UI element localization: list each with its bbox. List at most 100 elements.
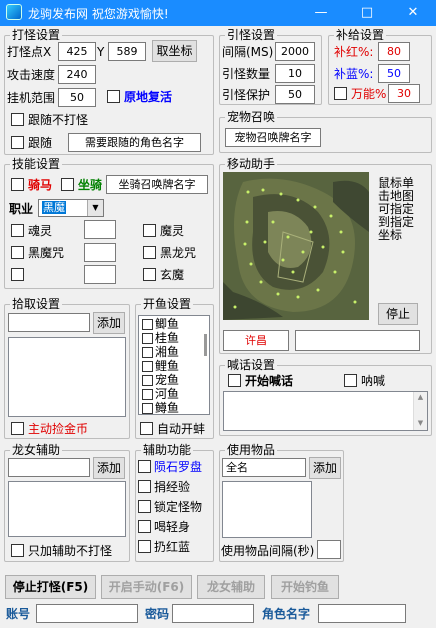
pickup-add-button[interactable]: 添加 <box>93 312 125 334</box>
hp-input[interactable]: 80 <box>378 42 410 61</box>
fish-item[interactable]: 鲫鱼 <box>142 317 179 332</box>
skill-settings-title: 技能设置 <box>10 156 63 172</box>
assist-5-checkbox[interactable] <box>138 540 151 553</box>
move-stop-button[interactable]: 停止 <box>378 303 418 325</box>
manual-mode-button[interactable]: 开启手动(F6) <box>101 575 192 599</box>
attack-x-input[interactable]: 425 <box>58 42 96 61</box>
fish-item-checkbox[interactable] <box>142 389 153 400</box>
fish-item[interactable]: 河鱼 <box>142 387 179 402</box>
dragon-add-button[interactable]: 添加 <box>93 457 125 479</box>
assist-2-label: 捐经验 <box>154 480 191 494</box>
skill-6-label: 玄魔 <box>160 268 185 282</box>
scroll-up-icon[interactable]: ▲ <box>414 392 427 402</box>
fish-item-checkbox[interactable] <box>142 403 153 414</box>
assist-4-checkbox[interactable] <box>138 520 151 533</box>
skill-1-checkbox[interactable] <box>11 224 24 237</box>
use-interval-input[interactable] <box>317 540 341 559</box>
dragon-input[interactable] <box>8 458 90 477</box>
skill-5-input[interactable] <box>84 265 116 284</box>
skill-2-checkbox[interactable] <box>143 224 156 237</box>
auto-gold-checkbox[interactable] <box>11 422 24 435</box>
skill-3-input[interactable] <box>84 243 116 262</box>
use-item-name-input[interactable]: 全名 <box>222 458 306 477</box>
minimize-button[interactable]: — <box>298 0 344 26</box>
attack-settings-title: 打怪设置 <box>10 27 63 43</box>
fish-item-checkbox[interactable] <box>142 347 153 358</box>
pull-count-input[interactable]: 10 <box>275 64 315 83</box>
shout-scrollbar[interactable]: ▲ ▼ <box>413 392 427 430</box>
close-button[interactable]: ✕ <box>390 0 436 26</box>
horse-label: 骑马 <box>28 178 53 192</box>
skill-5-checkbox[interactable] <box>11 268 24 281</box>
fish-list[interactable]: 鲫鱼 桂鱼 湘鱼 鲤鱼 宠鱼 河鱼 鳟鱼 <box>138 315 210 415</box>
coord-field[interactable] <box>295 330 420 351</box>
mount-name-input[interactable]: 坐骑召唤牌名字 <box>106 175 208 194</box>
account-label: 账号 <box>6 607 31 621</box>
map-hint-text: 鼠标单击地图可指定到指定坐标 <box>378 176 415 242</box>
scroll-down-icon[interactable]: ▼ <box>414 418 427 428</box>
follow-no-attack-checkbox[interactable] <box>11 113 24 126</box>
revive-checkbox[interactable] <box>107 90 120 103</box>
skill-4-checkbox[interactable] <box>143 246 156 259</box>
only-assist-checkbox[interactable] <box>11 544 24 557</box>
mp-input[interactable]: 50 <box>378 64 410 83</box>
attack-y-input[interactable]: 589 <box>108 42 146 61</box>
dragon-assist-button[interactable]: 龙女辅助 <box>197 575 265 599</box>
all-purpose-input[interactable]: 30 <box>388 84 420 103</box>
account-input[interactable] <box>36 604 138 623</box>
pickup-list[interactable] <box>8 337 126 417</box>
skill-3-checkbox[interactable] <box>11 246 24 259</box>
stop-attack-button[interactable]: 停止打怪(F5) <box>5 575 96 599</box>
horse-checkbox[interactable] <box>11 178 24 191</box>
auto-open-clam-checkbox[interactable] <box>140 422 153 435</box>
skill-3-label: 黑魔咒 <box>28 246 65 260</box>
password-input[interactable] <box>172 604 254 623</box>
fish-item[interactable]: 湘鱼 <box>142 345 179 360</box>
pull-protect-input[interactable]: 50 <box>275 85 315 104</box>
range-input[interactable]: 50 <box>58 88 96 107</box>
maximize-button[interactable]: □ <box>344 0 390 26</box>
assist-3-checkbox[interactable] <box>138 500 151 513</box>
yell-checkbox[interactable] <box>344 374 357 387</box>
auto-open-clam-label: 自动开蚌 <box>157 422 206 436</box>
fish-item-label: 鲫鱼 <box>155 317 180 331</box>
assist-2-checkbox[interactable] <box>138 480 151 493</box>
start-fishing-button[interactable]: 开始钓鱼 <box>271 575 339 599</box>
fish-item[interactable]: 鲤鱼 <box>142 359 179 374</box>
get-coord-button[interactable]: 取坐标 <box>152 40 197 62</box>
pull-interval-input[interactable]: 2000 <box>275 42 315 61</box>
use-item-add-button[interactable]: 添加 <box>309 457 341 479</box>
skill-1-input[interactable] <box>84 220 116 239</box>
attack-speed-input[interactable]: 240 <box>58 65 96 84</box>
mount-checkbox[interactable] <box>61 178 74 191</box>
follow-label: 跟随 <box>28 136 53 150</box>
dragon-assist-title: 龙女辅助 <box>10 442 63 458</box>
fish-item[interactable]: 宠鱼 <box>142 373 179 388</box>
fish-list-scrollbar[interactable] <box>204 334 207 356</box>
fish-item-checkbox[interactable] <box>142 333 153 344</box>
follow-name-input[interactable]: 需要跟随的角色名字 <box>68 133 201 152</box>
skill-6-checkbox[interactable] <box>143 268 156 281</box>
start-shout-checkbox[interactable] <box>228 374 241 387</box>
job-select[interactable]: 黑魔 ▼ <box>38 199 104 217</box>
fish-item-checkbox[interactable] <box>142 361 153 372</box>
shout-text-area[interactable]: ▲ ▼ <box>223 391 428 431</box>
use-item-list[interactable] <box>222 481 312 538</box>
pet-name-input[interactable]: 宠物召唤牌名字 <box>225 128 321 147</box>
all-purpose-checkbox[interactable] <box>334 87 347 100</box>
world-map[interactable] <box>223 172 369 320</box>
fish-item[interactable]: 桂鱼 <box>142 331 179 346</box>
fish-item[interactable]: 鳟鱼 <box>142 401 180 415</box>
pickup-input[interactable] <box>8 313 90 332</box>
role-name-input[interactable] <box>318 604 406 623</box>
fish-item-label: 鳟鱼 <box>155 401 180 415</box>
dragon-list[interactable] <box>8 481 126 537</box>
fish-item-checkbox[interactable] <box>142 375 153 386</box>
fish-item-checkbox[interactable] <box>142 319 153 330</box>
assist-1-checkbox[interactable] <box>138 460 151 473</box>
pull-interval-label: 间隔(MS) <box>222 45 274 59</box>
follow-checkbox[interactable] <box>11 136 24 149</box>
title-bar[interactable]: 龙驹发布网 祝您游戏愉快! — □ ✕ <box>0 0 436 26</box>
dropdown-arrow-icon[interactable]: ▼ <box>87 200 103 216</box>
location-field[interactable]: 许昌 <box>223 330 289 351</box>
